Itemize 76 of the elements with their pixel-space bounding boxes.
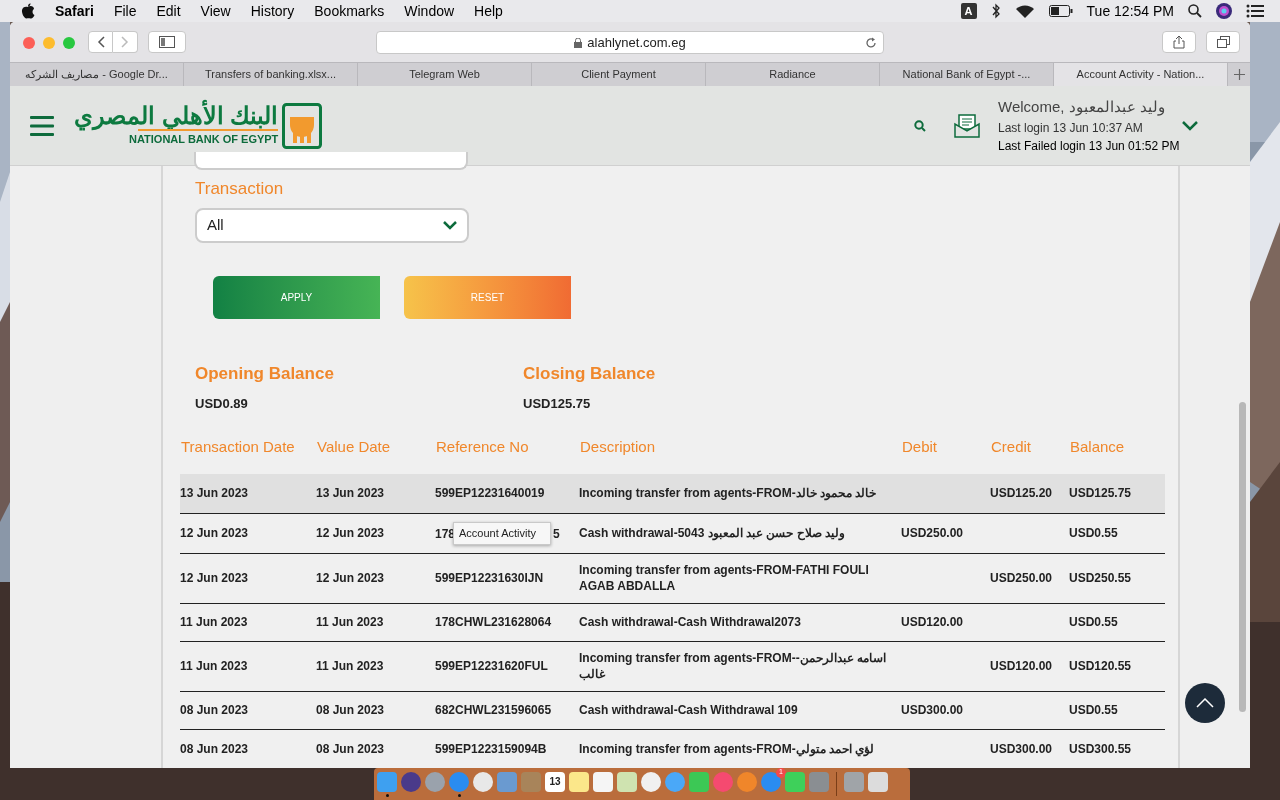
table-cell-text: USD120.00 (901, 614, 965, 630)
url-text: alahlynet.com.eg (587, 33, 686, 52)
filter-label: Transaction (195, 178, 285, 200)
app-menu[interactable]: Safari (55, 0, 94, 22)
column-header: Transaction Date (180, 437, 296, 458)
table-cell-text: 08 Jun 2023 (316, 702, 386, 718)
balance-label: Closing Balance (523, 362, 657, 385)
column-header: Value Date (316, 437, 392, 458)
table-cell-text: 599EP12231620FUL (435, 658, 549, 674)
table-cell-text: USD250.00 (990, 570, 1054, 586)
table-cell-text: 11 Jun 2023 (180, 614, 249, 630)
table-cell-text: USD250.00 (901, 525, 965, 541)
column-header: Description (579, 437, 657, 458)
column-header: Credit (990, 437, 1032, 458)
address-bar[interactable]: alahlynet.com.eg (376, 31, 884, 54)
menu-item[interactable]: Bookmarks (314, 0, 385, 22)
table-cell-text: Cash withdrawal-Cash Withdrawal 109 (579, 702, 799, 718)
table-cell-text: 12 Jun 2023 (180, 525, 250, 541)
table-cell-text: USD0.55 (1069, 525, 1119, 541)
table-cell-text: USD120.00 (990, 658, 1054, 674)
column-header: Balance (1069, 437, 1126, 458)
table-cell-text: Incoming transfer from agents-FROM-اسامه عبدالرحمن- غالب (579, 650, 888, 682)
table-cell-text: 682CHWL231596065 (435, 702, 553, 718)
table-cell-text: 08 Jun 2023 (180, 702, 250, 718)
table-cell-text: 5 (553, 526, 560, 543)
input-source-icon[interactable]: A (960, 3, 977, 19)
table-cell-text: Incoming transfer from agents-FROM-خالد محمود خالد (579, 485, 878, 501)
table-cell-text: USD120.55 (1069, 658, 1133, 674)
menu-item[interactable]: Window (404, 0, 455, 22)
table-cell-text: Cash withdrawal-Cash Withdrawal2073 (579, 614, 802, 630)
table-cell-text: 11 Jun 2023 (180, 658, 249, 674)
table-cell-text: 599EP1223159094B (435, 741, 548, 757)
table-cell-text: 599EP12231630IJN (435, 570, 545, 586)
table-cell-text: 178CHWL231628064 (435, 614, 553, 630)
table-cell-text: 599EP12231640019 (435, 485, 546, 501)
browser-tab[interactable]: Account Activity - Nation... (1054, 63, 1228, 86)
table-cell-text: 13 Jun 2023 (316, 485, 386, 501)
table-cell-text: USD0.55 (1069, 614, 1119, 630)
table-cell-text: 08 Jun 2023 (316, 741, 386, 757)
last-failed-login-text: Last Failed login 13 Jun 01:52 PM (998, 137, 1178, 155)
apply-button[interactable]: APPLY (213, 275, 380, 319)
clock[interactable]: Tue 12:54 PM (1086, 0, 1174, 22)
last-login-text: Last login 13 Jun 10:37 AM (998, 119, 1144, 137)
balance-value: USD125.75 (523, 395, 592, 413)
dock-item[interactable]: 13 (544, 771, 566, 797)
table-cell-text: 12 Jun 2023 (316, 525, 386, 541)
table-cell-text: USD0.55 (1069, 702, 1119, 718)
table-cell-text: Cash withdrawal-5043 وليد صلاح حسن عبد المعبود (579, 525, 847, 541)
table-cell-text: 12 Jun 2023 (180, 570, 250, 586)
balance-label: Opening Balance (195, 362, 335, 385)
table-cell-text: USD125.20 (990, 485, 1054, 501)
menu-item[interactable]: Edit (156, 0, 181, 22)
welcome-text: Welcome, وليد عبدالمعبود (998, 97, 1166, 118)
tooltip: Account Activity (453, 522, 551, 545)
table-cell-text: Incoming transfer from agents-FROM-FATHI FOULI AGAB ABDALLA (579, 562, 870, 594)
table-cell-text: 12 Jun 2023 (316, 570, 386, 586)
table-cell-text: USD250.55 (1069, 570, 1133, 586)
calendar-icon: 13 (545, 771, 565, 792)
table-cell-text: Incoming transfer from agents-FROM-لؤي احمد متولي (579, 741, 876, 757)
table-cell-text: USD125.75 (1069, 485, 1133, 501)
column-header: Debit (901, 437, 939, 458)
menu-item[interactable]: File (113, 0, 137, 22)
menu-item[interactable]: Help (474, 0, 503, 22)
menu-item[interactable]: History (250, 0, 295, 22)
table-cell-text: USD300.55 (1069, 741, 1133, 757)
table-cell-text: 08 Jun 2023 (180, 741, 250, 757)
logo-english-text: NATIONAL BANK OF EGYPT (129, 132, 279, 148)
table-cell-text: USD300.00 (901, 702, 965, 718)
menu-item[interactable]: View (200, 0, 231, 22)
balance-value: USD0.89 (195, 395, 249, 413)
table-cell-text: 13 Jun 2023 (180, 485, 250, 501)
table-cell-text: 11 Jun 2023 (316, 614, 385, 630)
column-header: Reference No (435, 437, 530, 458)
table-cell-text: 11 Jun 2023 (316, 658, 385, 674)
table-cell-text: USD300.00 (990, 741, 1054, 757)
transaction-select[interactable]: All (195, 207, 469, 243)
